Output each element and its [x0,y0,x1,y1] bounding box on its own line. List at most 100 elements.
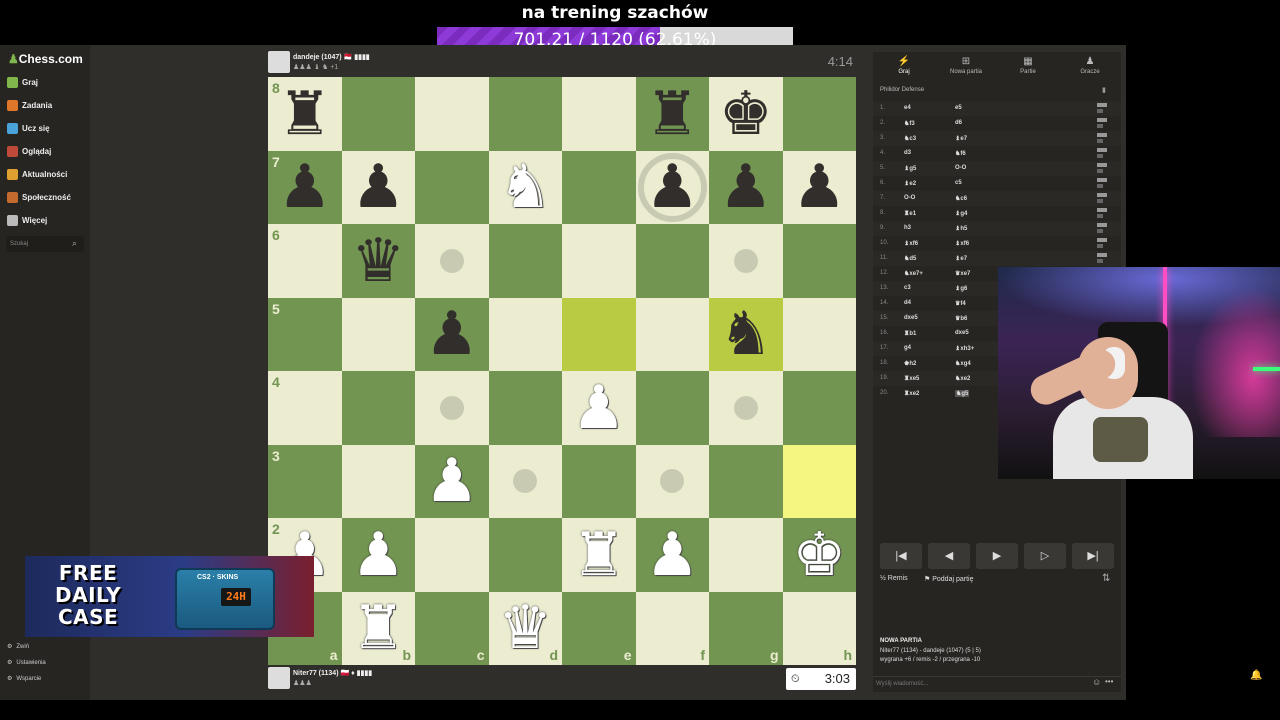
square-e4[interactable]: ♟ [562,371,636,445]
square-e8[interactable] [562,77,636,151]
white-move[interactable]: d3 [904,150,911,156]
square-d1[interactable]: d ♛ [488,591,563,666]
legal-move-dot[interactable] [439,395,464,420]
top-player-name[interactable]: dandeje (1047) 🇲🇨 ▮▮▮▮ [293,53,370,61]
legal-move-dot[interactable] [733,248,758,273]
white-rook-icon[interactable]: ♜ [342,592,416,666]
legal-move-dot[interactable] [733,395,758,420]
square-a4[interactable]: 4 [268,371,342,445]
square-f6[interactable] [635,224,709,298]
black-pawn-icon[interactable]: ♟ [415,298,489,372]
first-move-button[interactable]: |◀ [880,543,922,569]
search-icon[interactable]: ⌕ [72,238,77,249]
sidebar-item-2[interactable]: Ucz się [7,123,50,134]
black-rook-icon[interactable]: ♜ [268,77,342,151]
bottom-player-name[interactable]: Niter77 (1134) 🇵🇱 ♦ ▮▮▮▮ [293,669,372,677]
sidebar-footer-2[interactable]: ⚙ Wsparcie [7,675,41,683]
black-move[interactable]: ♝e7 [955,255,967,262]
square-e5[interactable] [562,297,636,371]
black-move[interactable]: ♞xg4 [955,360,971,367]
square-c4[interactable] [415,371,489,445]
legal-move-dot[interactable] [439,248,464,273]
black-rook-icon[interactable]: ♜ [636,77,710,151]
black-pawn-icon[interactable]: ♟ [342,151,416,225]
white-move[interactable]: ♝e2 [904,180,916,187]
more-options-icon[interactable]: ••• [1105,677,1113,686]
promo-banner[interactable]: FREE DAILY CASE CS2 · SKINS 24H [25,556,314,637]
square-f3[interactable] [635,444,709,518]
black-move[interactable]: ♛f4 [955,300,966,307]
sidebar-item-3[interactable]: Oglądaj [7,146,51,157]
square-f5[interactable] [635,297,709,371]
white-pawn-icon[interactable]: ♟ [562,371,636,445]
white-move[interactable]: ♞d5 [904,255,916,262]
square-h1[interactable]: h [782,591,856,665]
square-h3[interactable] [782,444,856,518]
square-g4[interactable] [709,371,783,445]
square-d4[interactable] [488,371,562,445]
white-knight-icon[interactable]: ♞ [489,151,563,225]
white-move[interactable]: ♜xe2 [904,390,919,397]
square-g2[interactable] [709,518,783,592]
black-pawn-icon[interactable]: ♟ [709,151,783,225]
black-move[interactable]: ♛b6 [955,315,967,322]
square-b4[interactable] [341,371,415,445]
square-c2[interactable] [415,518,489,592]
resign-button[interactable]: ⚑ Poddaj partię [924,575,973,583]
sidebar-item-1[interactable]: Zadania [7,100,52,111]
emoji-icon[interactable]: ☺ [1092,677,1101,687]
square-e2[interactable]: ♜ [562,518,636,592]
square-a7[interactable]: 7 ♟ [268,150,342,225]
square-c8[interactable] [415,77,489,151]
square-b6[interactable]: ♛ [341,224,415,298]
square-g6[interactable] [709,224,783,298]
black-move[interactable]: ♝e7 [955,135,967,142]
black-move[interactable]: ♝g4 [955,210,967,217]
square-c3[interactable]: ♟ [415,444,489,519]
square-g3[interactable] [709,444,783,518]
black-move[interactable]: ♝xf6 [955,240,969,247]
square-b8[interactable] [341,77,415,151]
legal-move-dot[interactable] [513,469,538,494]
white-pawn-icon[interactable]: ♟ [415,445,489,519]
square-g7[interactable]: ♟ [709,150,783,225]
square-c7[interactable] [415,150,489,224]
sidebar-item-4[interactable]: Aktualności [7,169,67,180]
black-move[interactable]: e5 [955,105,962,111]
square-h8[interactable] [782,77,856,151]
tab-3[interactable]: ♟ Gracze [1059,56,1121,75]
white-move[interactable]: ♞xe7+ [904,270,923,277]
sidebar-footer-0[interactable]: ⚙ Zwiń [7,643,29,651]
black-knight-icon[interactable]: ♞ [709,298,783,372]
square-a8[interactable]: 8 ♜ [268,77,342,151]
black-move[interactable]: O-O [955,165,966,171]
white-move[interactable]: g4 [904,345,911,351]
square-d7[interactable]: ♞ [488,150,563,225]
square-h2[interactable]: ♚ [782,518,857,592]
sidebar-item-5[interactable]: Społeczność [7,192,71,203]
white-move[interactable]: e4 [904,105,911,111]
next-move-button[interactable]: ▷ [1024,543,1066,569]
square-f8[interactable]: ♜ [635,77,710,151]
sidebar-item-0[interactable]: Graj [7,77,38,88]
black-move[interactable]: ♞g5 [955,390,970,397]
square-d3[interactable] [488,444,562,518]
white-rook-icon[interactable]: ♜ [562,518,636,592]
white-king-icon[interactable]: ♚ [783,518,857,592]
square-a3[interactable]: 3 [268,444,342,518]
flip-board-icon[interactable]: ⇅ [1102,573,1110,584]
square-g5[interactable]: ♞ [709,297,783,372]
square-e1[interactable]: e [562,591,636,665]
book-icon[interactable]: ▮ [1102,86,1106,94]
square-c1[interactable]: c [415,591,489,665]
black-move[interactable]: ♞c6 [955,195,967,202]
avatar[interactable] [268,51,290,73]
black-move[interactable]: dxe5 [955,330,969,336]
chesscom-logo[interactable]: ♟Chess.com [8,52,83,66]
notification-icon[interactable]: 🔔 [1250,670,1262,681]
legal-move-dot[interactable] [660,469,685,494]
white-move[interactable]: ♞c3 [904,135,916,142]
black-move[interactable]: ♝xh3+ [955,345,974,352]
black-pawn-icon[interactable]: ♟ [268,151,342,225]
white-queen-icon[interactable]: ♛ [489,592,563,666]
